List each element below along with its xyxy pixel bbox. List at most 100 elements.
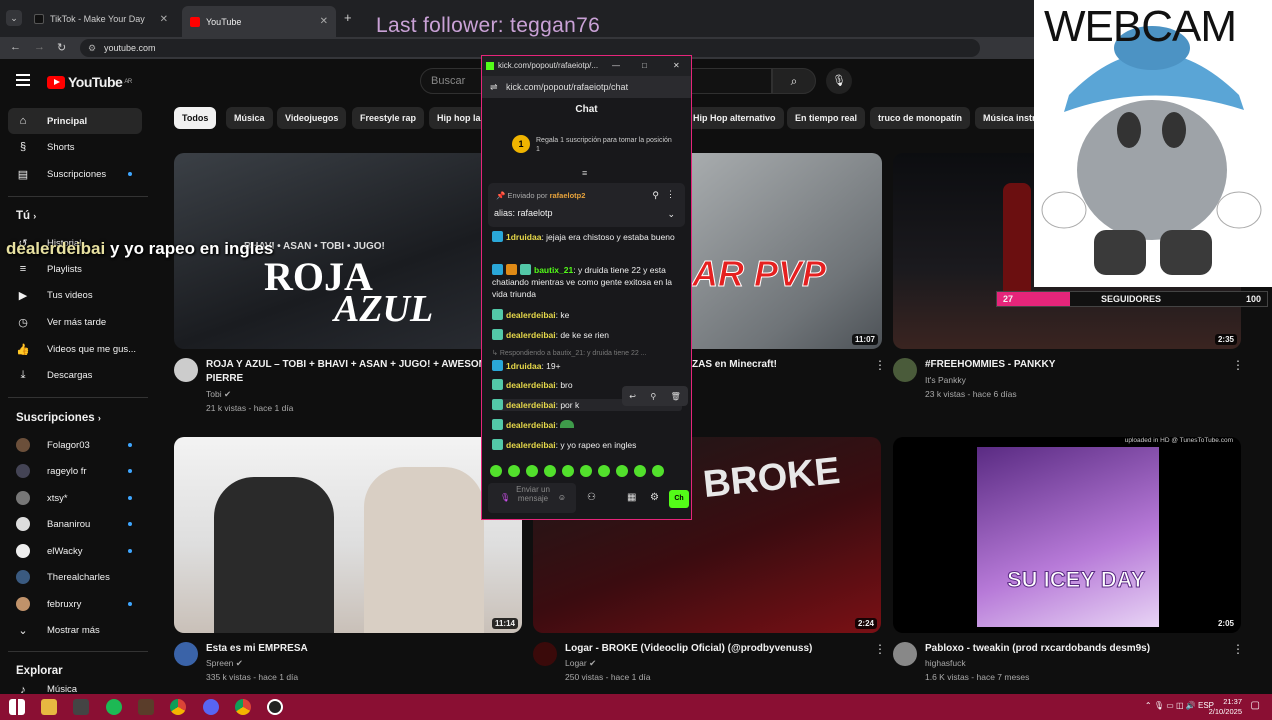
tab-tiktok[interactable]: TikTok - Make Your Day ✕ [26, 8, 176, 30]
more-options-icon[interactable]: ⋮ [874, 642, 886, 656]
sidebar-item-watch-later[interactable]: ◷ Ver más tarde [8, 309, 142, 335]
video-title[interactable]: Esta es mi EMPRESA [206, 642, 308, 656]
channel-name[interactable]: It's Pankky [925, 374, 966, 387]
reply-context[interactable]: ↳ Respondiendo a bautix_21: y druida tie… [492, 348, 682, 360]
chevron-down-icon[interactable]: ⌄ [667, 209, 675, 220]
chrome-icon[interactable] [235, 699, 251, 715]
channel-avatar[interactable] [174, 358, 198, 382]
sidebar-item-channel[interactable]: Folagor03 [8, 432, 142, 458]
close-icon[interactable]: ✕ [160, 14, 168, 25]
channel-name[interactable]: Spreen ✔ [206, 657, 243, 670]
chip[interactable]: Hip hop la [429, 107, 489, 129]
youtube-logo[interactable]: YouTube AR [47, 74, 132, 90]
more-options-icon[interactable]: ⋮ [874, 358, 886, 372]
emote-icon[interactable] [616, 465, 628, 477]
more-options-icon[interactable]: ⋮ [1232, 358, 1244, 372]
emote-icon[interactable] [562, 465, 574, 477]
chat-user[interactable]: 1druidaa [506, 232, 541, 242]
back-icon[interactable]: ← [10, 41, 21, 53]
notification-icon[interactable]: ▢ [1251, 700, 1260, 711]
tab-list-button[interactable]: ⌄ [6, 10, 22, 26]
collapse-icon[interactable]: ≡ [582, 168, 587, 178]
channel-name[interactable]: Tobi ✔ [206, 388, 231, 401]
more-options-icon[interactable]: ⋮ [1232, 642, 1244, 656]
file-explorer-icon[interactable] [41, 699, 57, 715]
video-thumbnail[interactable]: uploaded in HD @ TunesToTube.com SU ICEY… [893, 437, 1241, 633]
sidebar-item-channel[interactable]: Therealcharles [8, 564, 142, 590]
chip[interactable]: truco de monopatín [870, 107, 970, 129]
chat-user[interactable]: dealerdeibai [506, 380, 556, 390]
chip[interactable]: Hip Hop alternativo [685, 107, 784, 129]
emote-icon[interactable] [544, 465, 556, 477]
sidebar-item-channel[interactable]: februxry [8, 591, 142, 617]
microphone-icon[interactable]: 🎙 [500, 493, 510, 502]
more-options-icon[interactable]: ⋮ [666, 189, 675, 200]
show-more-button[interactable]: ⌄ Mostrar más [8, 617, 142, 643]
sidebar-item-channel[interactable]: elWacky [8, 538, 142, 564]
video-title[interactable]: ZAS en Minecraft! [692, 358, 777, 372]
chat-user[interactable]: bautix_21 [534, 265, 573, 275]
channel-avatar[interactable] [174, 642, 198, 666]
sidebar-item-downloads[interactable]: ⤓ Descargas [8, 362, 142, 388]
emote-icon[interactable] [598, 465, 610, 477]
sidebar-item-subscriptions[interactable]: ▤ Suscripciones [8, 161, 142, 187]
emote-icon[interactable] [580, 465, 592, 477]
emote-icon[interactable] [634, 465, 646, 477]
video-title[interactable]: ROJA Y AZUL – TOBI + BHAVI + ASAN + JUGO… [206, 358, 496, 386]
chat-user[interactable]: dealerdeibai [506, 420, 556, 430]
emote-icon[interactable] [508, 465, 520, 477]
close-icon[interactable]: ✕ [320, 16, 328, 27]
clock[interactable]: 21:37 2/10/2025 [1209, 697, 1242, 717]
menu-icon[interactable] [16, 74, 30, 86]
emote-icon[interactable] [526, 465, 538, 477]
sidebar-item-playlists[interactable]: ≡ Playlists [8, 256, 142, 282]
site-info-icon[interactable]: ⚙ [88, 39, 96, 57]
chat-user[interactable]: dealerdeibai [506, 400, 556, 410]
sidebar-item-shorts[interactable]: § Shorts [8, 134, 142, 160]
users-icon[interactable]: ⚇ [587, 492, 596, 503]
obs-icon[interactable] [267, 699, 283, 715]
reply-icon[interactable]: ↩ [629, 392, 636, 401]
channel-avatar[interactable] [893, 642, 917, 666]
chip[interactable]: Todos [174, 107, 217, 129]
chip[interactable]: Música [226, 107, 273, 129]
system-tray[interactable]: ⌃ 🎙 ▭ ◫ 🔊 ESP [1145, 701, 1214, 710]
sidebar-item-your-videos[interactable]: ▶ Tus videos [8, 282, 142, 308]
tab-youtube[interactable]: YouTube ✕ [182, 6, 336, 37]
delete-icon[interactable]: 🗑 [671, 392, 681, 401]
minimize-icon[interactable]: — [612, 56, 620, 76]
voice-search-button[interactable]: 🎙 [826, 68, 852, 94]
store-icon[interactable]: ▦ [627, 492, 636, 503]
maximize-icon[interactable]: □ [642, 56, 647, 76]
popup-url-bar[interactable]: ⇌ kick.com/popout/rafaeiotp/chat [482, 76, 691, 98]
sidebar-item-principal[interactable]: ⌂ Principal [8, 108, 142, 134]
chrome-icon[interactable] [170, 699, 186, 715]
video-title[interactable]: Logar - BROKE (Videoclip Oficial) (@prod… [565, 642, 812, 656]
video-title[interactable]: #FREEHOMMIES - PANKKY [925, 358, 1055, 372]
site-info-icon[interactable]: ⇌ [490, 76, 498, 98]
app-icon[interactable] [73, 699, 89, 715]
channel-name[interactable]: highasfuck [925, 657, 966, 670]
video-thumbnail[interactable]: AR PVP 11:07 [692, 153, 882, 349]
emote-icon[interactable] [490, 465, 502, 477]
new-tab-button[interactable]: + [344, 10, 352, 25]
sidebar-item-channel[interactable]: rageylo fr [8, 458, 142, 484]
chat-user[interactable]: dealerdeibai [506, 330, 556, 340]
forward-icon[interactable]: → [34, 41, 45, 53]
pin-icon[interactable]: ⚲ [652, 190, 659, 201]
channel-avatar[interactable] [533, 642, 557, 666]
windows-start-icon[interactable] [9, 699, 25, 715]
emote-icon[interactable] [652, 465, 664, 477]
gift-sub-banner[interactable]: 1 Regala 1 suscripción para tomar la pos… [512, 135, 672, 154]
pin-icon[interactable]: ⚲ [650, 392, 656, 401]
reload-icon[interactable]: ↻ [57, 41, 66, 54]
gear-icon[interactable]: ⚙ [650, 492, 659, 503]
channel-avatar[interactable] [893, 358, 917, 382]
sidebar-item-channel[interactable]: Bananirou [8, 511, 142, 537]
search-button[interactable]: ⌕ [772, 68, 816, 94]
chip[interactable]: Videojuegos [277, 107, 347, 129]
chip[interactable]: Freestyle rap [352, 107, 425, 129]
chat-user[interactable]: dealerdeibai [506, 440, 556, 450]
you-heading[interactable]: Tú › [16, 210, 36, 222]
chat-user[interactable]: dealerdeibai [506, 310, 556, 320]
